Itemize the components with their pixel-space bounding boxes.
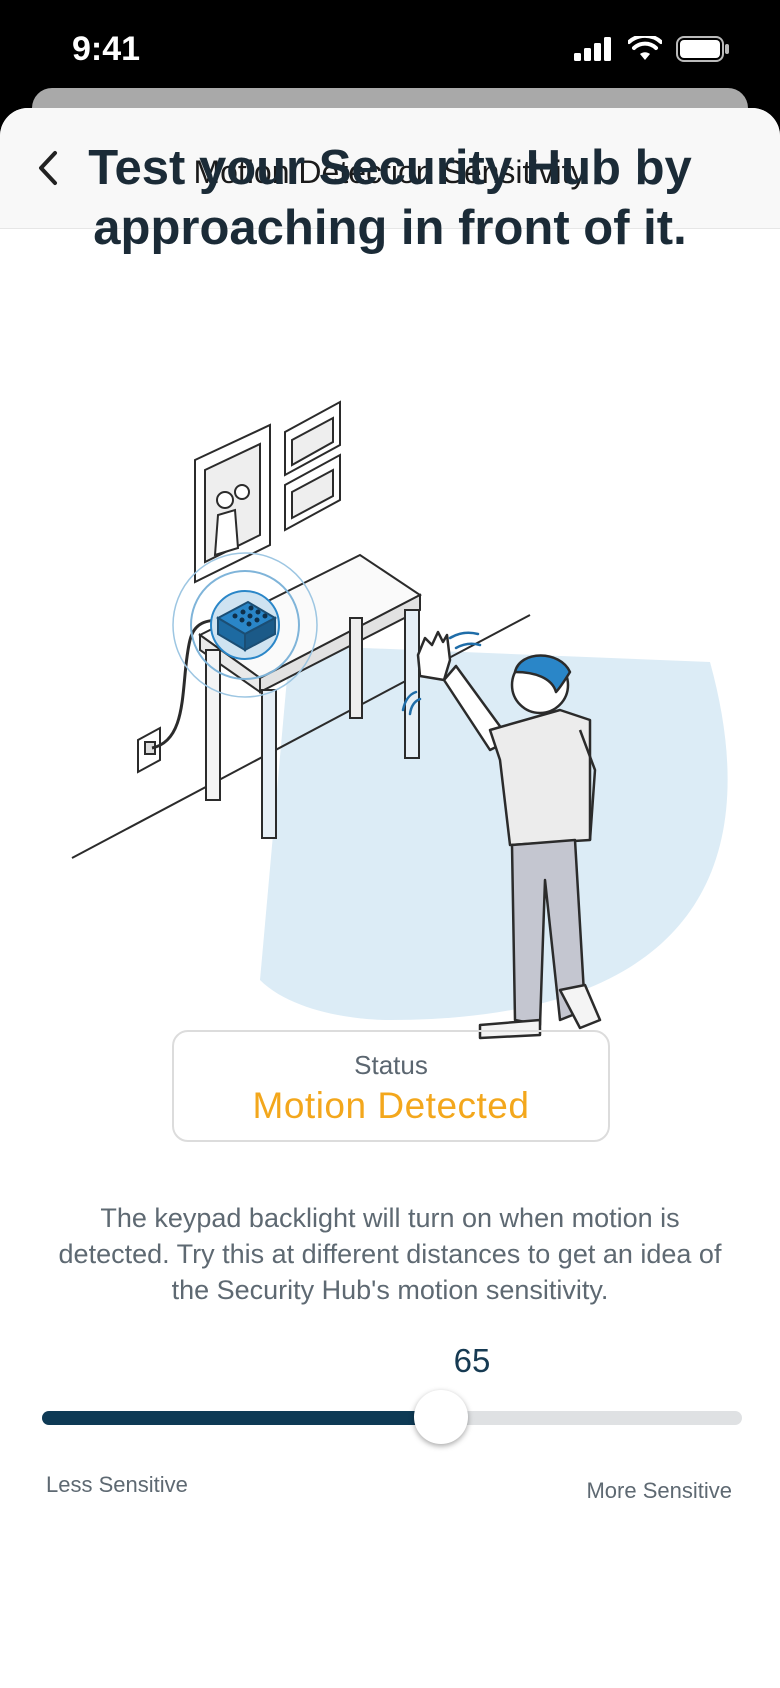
wall-outlet [137, 726, 161, 774]
slider-value-label: 65 [453, 1342, 491, 1379]
instruction-headline: Test your Security Hub by approaching in… [88, 141, 692, 255]
more-sensitive-label: More Sensitive [586, 1478, 732, 1503]
status-time: 9:41 [72, 30, 141, 68]
picture-frame-large [194, 423, 271, 584]
wifi-icon [628, 36, 662, 60]
status-value: Motion Detected [252, 1085, 530, 1126]
detection-zone-shape [260, 645, 728, 1020]
battery-icon [676, 36, 729, 62]
sensitivity-slider-track[interactable] [42, 1411, 742, 1425]
cellular-signal-icon [574, 37, 611, 61]
description-text: The keypad backlight will turn on when m… [58, 1203, 722, 1305]
status-card: Status Motion Detected [172, 1030, 610, 1142]
status-icons [574, 36, 730, 62]
less-sensitive-label: Less Sensitive [46, 1472, 188, 1497]
status-label: Status [354, 1050, 428, 1080]
status-bar: 9:41 [0, 0, 780, 100]
sensitivity-slider-thumb[interactable] [414, 1390, 468, 1444]
sensitivity-slider-fill [42, 1411, 441, 1425]
security-hub-illustration [71, 400, 728, 1040]
